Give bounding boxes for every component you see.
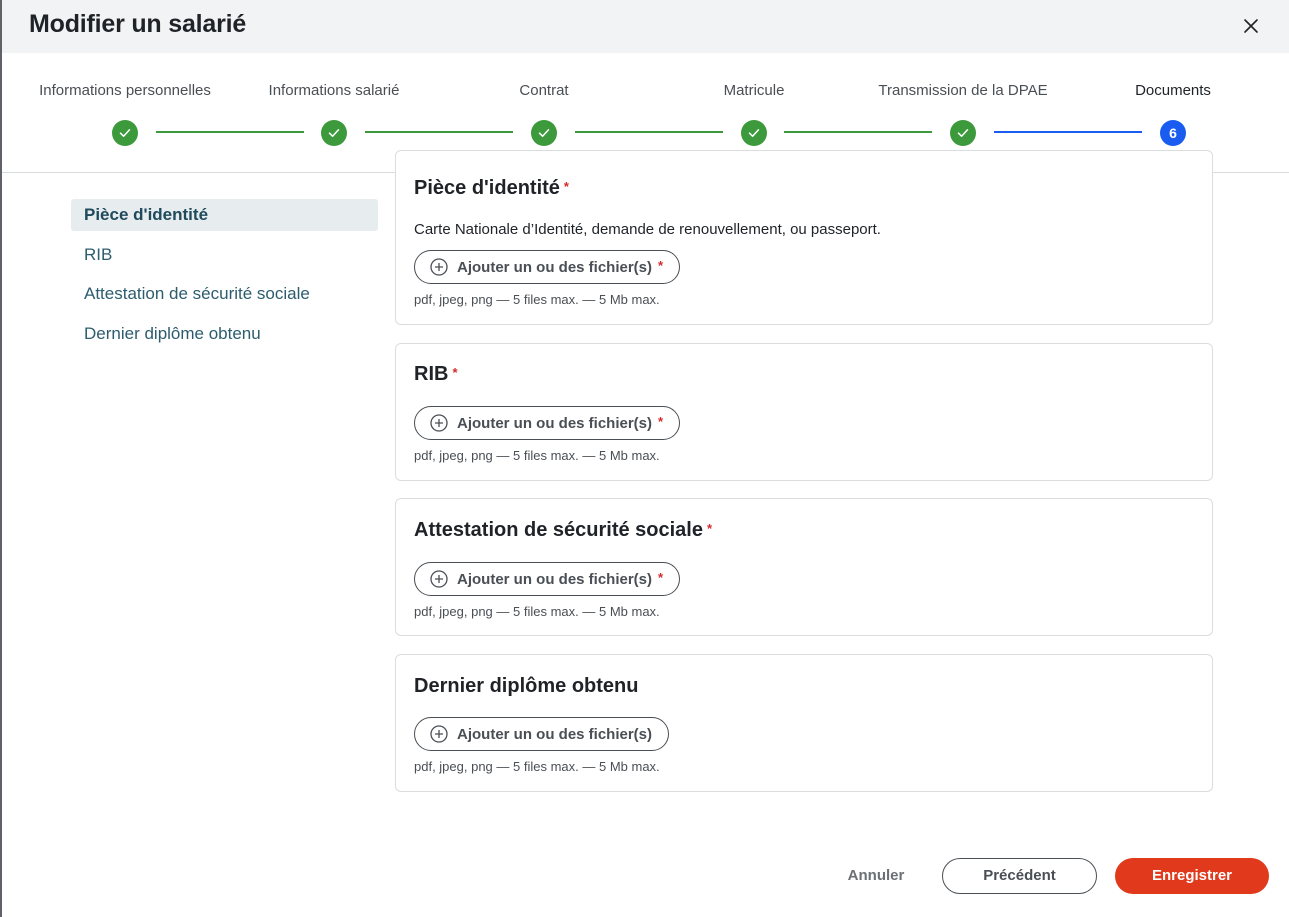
plus-circle-icon bbox=[430, 725, 448, 743]
step-6-current[interactable]: 6 bbox=[1160, 120, 1186, 146]
required-mark: * bbox=[563, 179, 569, 194]
step-3-completed[interactable] bbox=[531, 120, 557, 146]
documents-sidebar: Pièce d'identité RIB Attestation de sécu… bbox=[71, 199, 378, 357]
step-1-completed[interactable] bbox=[112, 120, 138, 146]
file-constraints-hint: pdf, jpeg, png — 5 files max. — 5 Mb max… bbox=[414, 604, 660, 619]
document-card-piece-identite: Pièce d'identité * Carte Nationale d’Iden… bbox=[395, 150, 1213, 325]
document-card-attestation-securite-sociale: Attestation de sécurité sociale * Ajouter… bbox=[395, 498, 1213, 636]
required-mark: * bbox=[658, 413, 664, 429]
step-5-completed[interactable] bbox=[950, 120, 976, 146]
check-icon bbox=[748, 129, 760, 137]
step-connector bbox=[156, 131, 304, 133]
check-icon bbox=[328, 129, 340, 137]
modal-header: Modifier un salarié bbox=[2, 0, 1289, 53]
step-label-informations-personnelles: Informations personnelles bbox=[39, 82, 211, 99]
required-mark: * bbox=[706, 521, 713, 536]
step-connector bbox=[575, 131, 723, 133]
sidebar-item-piece-identite[interactable]: Pièce d'identité bbox=[71, 199, 378, 231]
step-label-transmission-dpae: Transmission de la DPAE bbox=[878, 82, 1048, 99]
step-2-completed[interactable] bbox=[321, 120, 347, 146]
check-icon bbox=[957, 129, 969, 137]
step-label-contrat: Contrat bbox=[519, 82, 569, 99]
add-files-button[interactable]: Ajouter un ou des fichier(s) * bbox=[414, 562, 681, 596]
step-label-documents: Documents bbox=[1135, 82, 1211, 99]
step-4-completed[interactable] bbox=[741, 120, 767, 146]
required-mark: * bbox=[658, 569, 664, 585]
card-description: Carte Nationale d’Identité, demande de r… bbox=[414, 221, 881, 238]
file-constraints-hint: pdf, jpeg, png — 5 files max. — 5 Mb max… bbox=[414, 759, 660, 774]
add-files-button[interactable]: Ajouter un ou des fichier(s) * bbox=[414, 250, 681, 284]
document-card-dernier-diplome: Dernier diplôme obtenu Ajouter un ou des… bbox=[395, 654, 1213, 792]
add-files-label: Ajouter un ou des fichier(s) bbox=[457, 258, 653, 276]
card-title: RIB * bbox=[414, 363, 458, 385]
step-label-informations-salarie: Informations salarié bbox=[268, 82, 400, 99]
close-button[interactable] bbox=[1241, 16, 1261, 36]
add-files-label: Ajouter un ou des fichier(s) bbox=[457, 414, 653, 432]
plus-circle-icon bbox=[430, 414, 448, 432]
step-connector bbox=[365, 131, 513, 133]
step-connector-current bbox=[994, 131, 1142, 133]
check-icon bbox=[538, 129, 550, 137]
add-files-button[interactable]: Ajouter un ou des fichier(s) * bbox=[414, 406, 681, 440]
required-mark: * bbox=[658, 257, 664, 273]
sidebar-item-dernier-diplome[interactable]: Dernier diplôme obtenu bbox=[71, 318, 378, 350]
file-constraints-hint: pdf, jpeg, png — 5 files max. — 5 Mb max… bbox=[414, 292, 660, 307]
document-card-rib: RIB * Ajouter un ou des fichier(s) * pdf, … bbox=[395, 343, 1213, 481]
check-icon bbox=[119, 129, 131, 137]
step-connector bbox=[784, 131, 932, 133]
required-mark: * bbox=[452, 365, 458, 380]
sidebar-item-rib[interactable]: RIB bbox=[71, 239, 378, 271]
cancel-button[interactable]: Annuler bbox=[836, 859, 916, 893]
plus-circle-icon bbox=[430, 258, 448, 276]
card-title: Attestation de sécurité sociale * bbox=[414, 519, 713, 541]
step-label-matricule: Matricule bbox=[723, 82, 785, 99]
add-files-label: Ajouter un ou des fichier(s) bbox=[457, 570, 653, 588]
save-button[interactable]: Enregistrer bbox=[1115, 858, 1269, 894]
add-files-button[interactable]: Ajouter un ou des fichier(s) bbox=[414, 717, 670, 751]
file-constraints-hint: pdf, jpeg, png — 5 files max. — 5 Mb max… bbox=[414, 448, 660, 463]
modal-title: Modifier un salarié bbox=[29, 10, 247, 38]
card-title: Dernier diplôme obtenu bbox=[414, 675, 639, 697]
close-icon bbox=[1244, 19, 1258, 33]
sidebar-item-attestation-securite-sociale[interactable]: Attestation de sécurité sociale bbox=[71, 278, 378, 310]
previous-button[interactable]: Précédent bbox=[942, 858, 1097, 894]
plus-circle-icon bbox=[430, 570, 448, 588]
add-files-label: Ajouter un ou des fichier(s) bbox=[457, 725, 653, 743]
card-title: Pièce d'identité * bbox=[414, 177, 569, 199]
